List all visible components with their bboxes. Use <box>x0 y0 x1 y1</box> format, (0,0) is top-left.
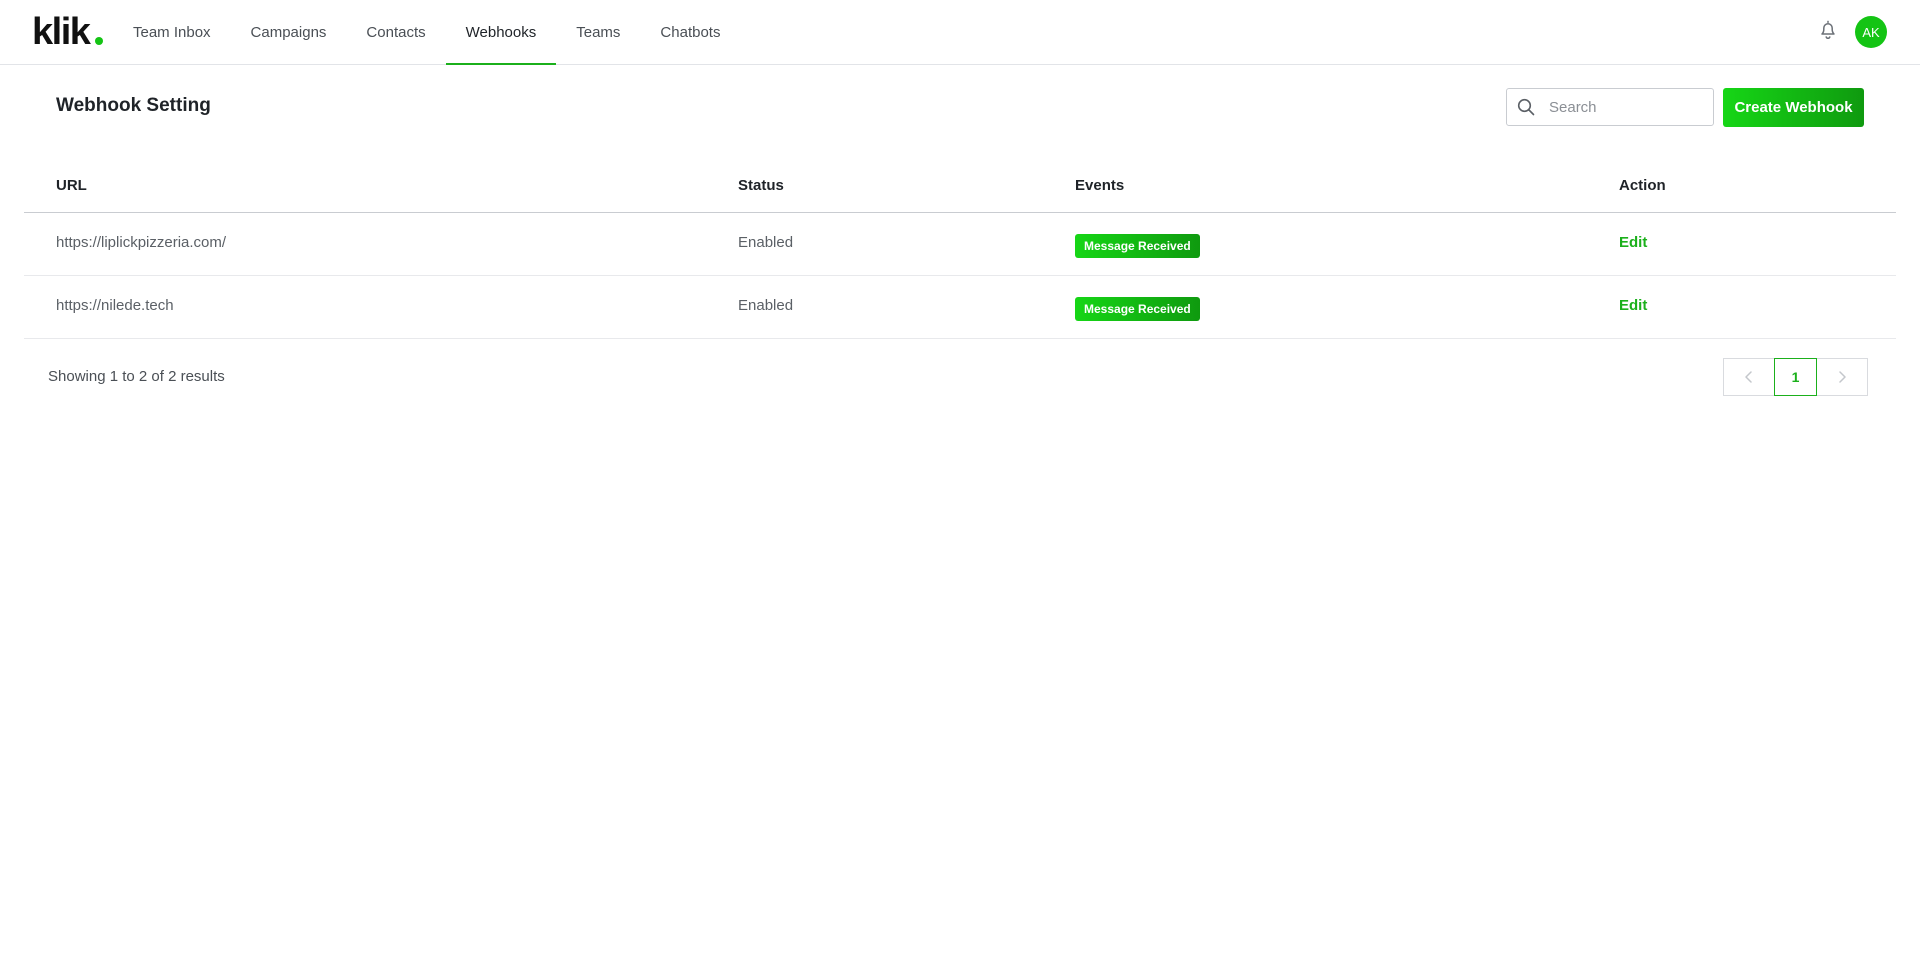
chevron-right-icon <box>1839 371 1846 383</box>
nav-item-webhooks[interactable]: Webhooks <box>445 0 557 65</box>
edit-link[interactable]: Edit <box>1619 234 1647 251</box>
pagination: 1 <box>1723 358 1868 396</box>
search-input[interactable] <box>1547 97 1701 117</box>
column-header-action: Action <box>1619 177 1666 194</box>
search-icon <box>1517 98 1535 116</box>
main-nav: Team Inbox Campaigns Contacts Webhooks T… <box>113 0 740 65</box>
results-summary: Showing 1 to 2 of 2 results <box>48 368 225 385</box>
nav-item-chatbots[interactable]: Chatbots <box>640 0 740 64</box>
next-page-button[interactable] <box>1816 358 1868 396</box>
page-title: Webhook Setting <box>56 95 211 116</box>
nav-item-contacts[interactable]: Contacts <box>346 0 445 64</box>
nav-item-teams[interactable]: Teams <box>556 0 640 64</box>
create-webhook-button[interactable]: Create Webhook <box>1723 88 1864 127</box>
webhooks-table: URL Status Events Action https://liplick… <box>24 163 1896 339</box>
top-navbar: klik Team Inbox Campaigns Contacts Webho… <box>0 0 1920 65</box>
klik-logo[interactable]: klik <box>32 10 91 54</box>
event-badge: Message Received <box>1075 297 1200 321</box>
column-header-events: Events <box>1075 177 1125 194</box>
nav-item-team-inbox[interactable]: Team Inbox <box>113 0 231 64</box>
webhook-url: https://liplickpizzeria.com/ <box>56 234 227 251</box>
prev-page-button[interactable] <box>1723 358 1775 396</box>
column-header-url: URL <box>56 177 87 194</box>
edit-link[interactable]: Edit <box>1619 297 1647 314</box>
webhook-status: Enabled <box>738 297 794 314</box>
table-header: URL Status Events Action <box>24 163 1896 213</box>
event-badge: Message Received <box>1075 234 1200 258</box>
column-header-status: Status <box>738 177 784 194</box>
chevron-left-icon <box>1745 371 1752 383</box>
search-box[interactable] <box>1506 88 1714 126</box>
user-avatar[interactable]: AK <box>1855 16 1887 48</box>
bell-icon[interactable] <box>1816 18 1840 42</box>
table-row: https://liplickpizzeria.com/ Enabled Mes… <box>24 213 1896 276</box>
nav-item-campaigns[interactable]: Campaigns <box>231 0 347 64</box>
webhook-status: Enabled <box>738 234 794 251</box>
logo-dot <box>95 37 103 45</box>
webhook-url: https://nilede.tech <box>56 297 174 314</box>
table-row: https://nilede.tech Enabled Message Rece… <box>24 276 1896 339</box>
page-button-current[interactable]: 1 <box>1774 358 1817 396</box>
